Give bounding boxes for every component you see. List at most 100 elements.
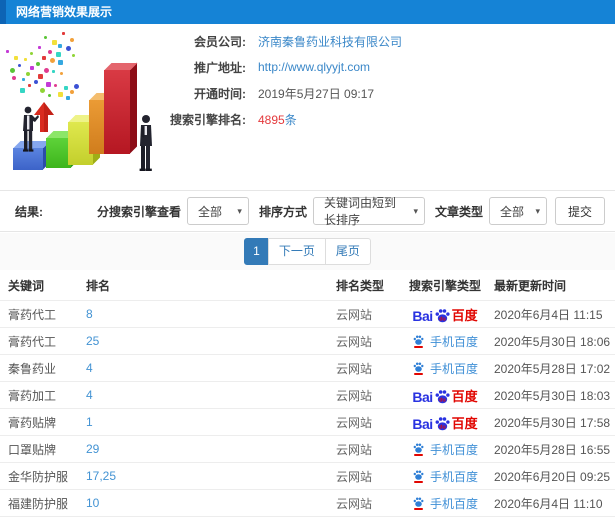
engine-select[interactable]: 全部 ▾ bbox=[186, 197, 249, 225]
col-engine-type: 搜索引擎类型 bbox=[408, 278, 481, 293]
rank-link[interactable]: 4 bbox=[86, 361, 93, 375]
updated-cell: 2020年6月20日 09:25 bbox=[494, 469, 611, 484]
info-row-url: 推广地址: http://www.qlyyjt.com bbox=[168, 54, 588, 80]
rank-link[interactable]: 29 bbox=[86, 442, 99, 456]
keyword-cell: 金华防护服 bbox=[8, 469, 69, 484]
rank-count-suffix: 条 bbox=[284, 112, 297, 127]
article-type-select[interactable]: 全部 ▾ bbox=[488, 197, 547, 225]
table-row: 金华防护服 17,25 云网站 Bai du 百度 bbox=[0, 462, 615, 489]
mobile-baidu-paw-icon bbox=[412, 496, 425, 510]
mobile-baidu-logo: 手机百度 bbox=[412, 441, 478, 458]
keyword-cell: 膏药代工 bbox=[8, 307, 57, 322]
engine-cell: Bai du 百度 bbox=[398, 495, 492, 512]
result-label: 结果: bbox=[15, 204, 43, 219]
info-row-company: 会员公司: 济南秦鲁药业科技有限公司 bbox=[168, 28, 588, 54]
rank-table: 关键词 排名 排名类型 搜索引擎类型 最新更新时间 膏药代工 8 云网站 Bai bbox=[0, 270, 615, 520]
updated-cell: 2020年6月4日 11:10 bbox=[494, 496, 603, 511]
engine-cell: Bai du 百度 bbox=[398, 305, 492, 324]
page-1-button[interactable]: 1 bbox=[244, 238, 269, 265]
engine-cell: Bai du 百度 bbox=[398, 333, 492, 350]
keyword-cell: 福建防护服 bbox=[8, 496, 69, 511]
engine-cell: Bai du 百度 bbox=[398, 413, 492, 432]
open-time-value: 2019年5月27日 09:17 bbox=[258, 86, 375, 101]
table-row: 秦鲁药业 4 云网站 Bai du 百度 bbox=[0, 354, 615, 381]
chevron-down-icon: ▾ bbox=[413, 205, 418, 216]
businessman-thinking-figure bbox=[139, 115, 152, 171]
rank-link[interactable]: 25 bbox=[86, 334, 99, 348]
info-row-open-time: 开通时间: 2019年5月27日 09:17 bbox=[168, 80, 588, 106]
table-row: 膏药加工 4 云网站 Bai du 百度 2020年5月30日 18:03 bbox=[0, 381, 615, 408]
updated-cell: 2020年6月4日 11:15 bbox=[494, 307, 603, 322]
engine-cell: Bai du 百度 bbox=[398, 441, 492, 458]
rank-count-number: 4895 bbox=[258, 112, 285, 127]
table-row: 口罩贴牌 29 云网站 Bai du 百度 bbox=[0, 435, 615, 462]
rank-link[interactable]: 4 bbox=[86, 388, 93, 402]
rank-type-cell: 云网站 bbox=[336, 415, 373, 430]
table-header-row: 关键词 排名 排名类型 搜索引擎类型 最新更新时间 bbox=[0, 270, 615, 300]
rank-type-cell: 云网站 bbox=[336, 442, 373, 457]
chevron-down-icon: ▾ bbox=[535, 205, 540, 216]
baidu-logo-cn-text: 百度 bbox=[451, 415, 478, 431]
rank-type-cell: 云网站 bbox=[336, 361, 373, 376]
keyword-cell: 口罩贴牌 bbox=[8, 442, 57, 457]
rank-type-cell: 云网站 bbox=[336, 334, 373, 349]
baidu-logo-cn-text: 百度 bbox=[451, 307, 478, 323]
updated-cell: 2020年5月28日 17:02 bbox=[494, 361, 611, 376]
col-updated: 最新更新时间 bbox=[494, 278, 567, 293]
promo-url-label: 推广地址: bbox=[194, 60, 246, 75]
window-title-bar: 网络营销效果展示 bbox=[0, 0, 615, 24]
submit-button[interactable]: 提交 bbox=[554, 197, 605, 225]
mobile-baidu-text: 手机百度 bbox=[429, 442, 478, 457]
mobile-baidu-paw-icon bbox=[412, 442, 425, 456]
mobile-baidu-logo: 手机百度 bbox=[412, 495, 478, 512]
rank-type-cell: 云网站 bbox=[336, 496, 373, 511]
updated-cell: 2020年5月30日 18:03 bbox=[494, 388, 611, 403]
mobile-baidu-logo: 手机百度 bbox=[412, 333, 478, 350]
updated-cell: 2020年5月30日 18:06 bbox=[494, 334, 611, 349]
baidu-logo: Bai du 百度 bbox=[412, 305, 477, 324]
mobile-baidu-paw-icon bbox=[412, 334, 425, 348]
filter-bar: 结果: 分搜索引擎查看 全部 ▾ 排序方式 关键词由短到长排序 ▾ 文章类型 全… bbox=[0, 190, 615, 232]
rank-type-cell: 云网站 bbox=[336, 388, 373, 403]
table-row: 膏药代工 8 云网站 Bai du 百度 2020年6月4日 11:15 bbox=[0, 300, 615, 327]
chart-bar-red bbox=[104, 62, 138, 154]
rank-link[interactable]: 1 bbox=[86, 415, 93, 429]
keyword-cell: 膏药代工 bbox=[8, 334, 57, 349]
keyword-cell: 秦鲁药业 bbox=[8, 361, 57, 376]
svg-text:du: du bbox=[439, 424, 445, 430]
promo-url-link[interactable]: http://www.qlyyjt.com bbox=[258, 60, 370, 74]
rank-count-value: 4895条 bbox=[258, 111, 297, 128]
next-page-button[interactable]: 下一页 bbox=[267, 238, 326, 265]
sort-select-value: 关键词由短到长排序 bbox=[323, 196, 396, 227]
baidu-logo-bai-text: Bai bbox=[412, 388, 433, 405]
updated-cell: 2020年5月30日 17:58 bbox=[494, 415, 611, 430]
mobile-baidu-text: 手机百度 bbox=[429, 334, 478, 349]
mobile-baidu-text: 手机百度 bbox=[429, 496, 478, 511]
last-page-button[interactable]: 尾页 bbox=[324, 238, 371, 265]
baidu-logo: Bai du 百度 bbox=[412, 386, 477, 405]
table-row: 膏药贴牌 1 云网站 Bai du 百度 2020年5月30日 17:58 bbox=[0, 408, 615, 435]
table-body: 膏药代工 8 云网站 Bai du 百度 2020年6月4日 11:15 膏药代… bbox=[0, 300, 615, 520]
keyword-cell: 膏药加工 bbox=[8, 388, 57, 403]
engine-cell: Bai du 百度 bbox=[398, 386, 492, 405]
page-title: 网络营销效果展示 bbox=[16, 5, 113, 19]
baidu-paw-icon: du bbox=[435, 416, 450, 430]
rank-type-cell: 云网站 bbox=[336, 307, 373, 322]
info-row-rank-count: 搜索引擎排名: 4895条 bbox=[168, 106, 588, 132]
rank-type-cell: 云网站 bbox=[336, 469, 373, 484]
baidu-logo-bai-text: Bai bbox=[412, 307, 433, 324]
sort-select[interactable]: 关键词由短到长排序 ▾ bbox=[312, 196, 425, 227]
pagination: 1 下一页 尾页 bbox=[244, 238, 371, 265]
col-rank: 排名 bbox=[86, 278, 111, 293]
rank-link[interactable]: 8 bbox=[86, 307, 93, 321]
keyword-cell: 膏药贴牌 bbox=[8, 415, 57, 430]
chevron-down-icon: ▾ bbox=[237, 205, 242, 216]
bar-chart-illustration bbox=[0, 30, 180, 188]
rank-link[interactable]: 17,25 bbox=[86, 469, 116, 483]
businessman-pointing-figure bbox=[23, 106, 39, 152]
company-link[interactable]: 济南秦鲁药业科技有限公司 bbox=[258, 33, 402, 50]
company-label: 会员公司: bbox=[194, 34, 246, 49]
col-keyword: 关键词 bbox=[8, 278, 45, 293]
baidu-paw-icon: du bbox=[435, 308, 450, 322]
rank-link[interactable]: 10 bbox=[86, 496, 99, 510]
